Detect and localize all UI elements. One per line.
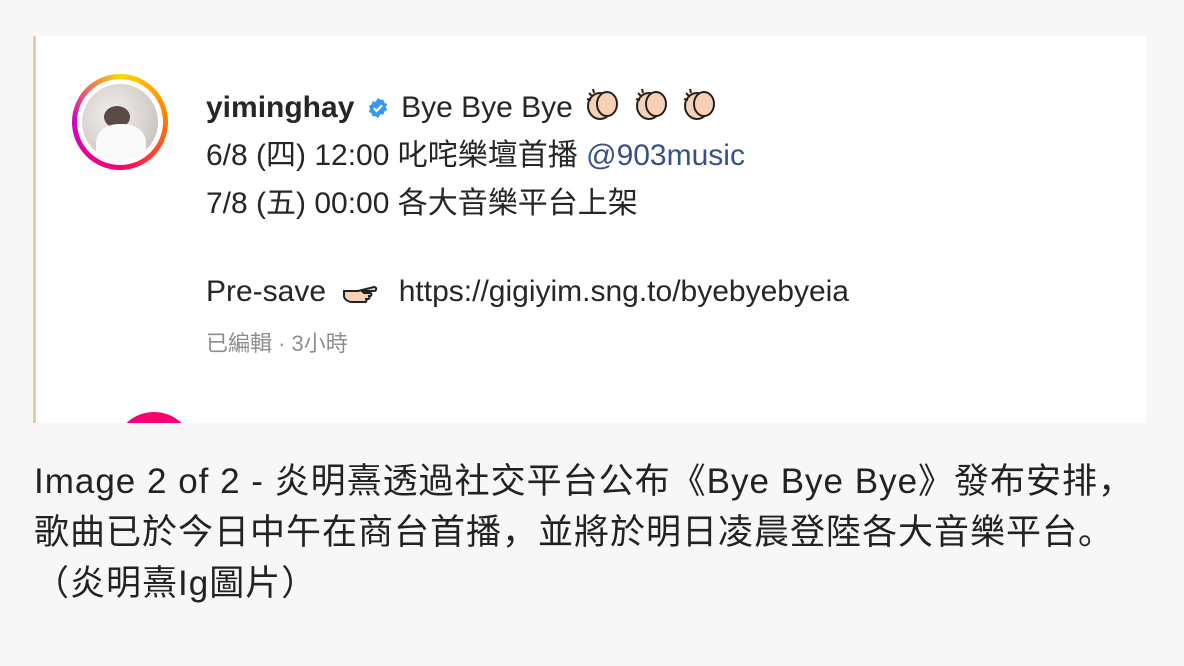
pointing-hand-icon <box>343 285 378 303</box>
post-line-radio-premiere: 6/8 (四) 12:00 叱咤樂壇首播 @903music <box>206 132 849 180</box>
post-content: yiminghay Bye Bye Bye 6/8 (四) 12:00 叱咤樂壇… <box>206 84 849 316</box>
premiere-text: 6/8 (四) 12:00 叱咤樂壇首播 <box>206 139 578 172</box>
instagram-post-screenshot: yiminghay Bye Bye Bye 6/8 (四) 12:00 叱咤樂壇… <box>33 36 1146 423</box>
post-line-presave: Pre-save https://gigiyim.sng.to/byebyeby… <box>206 268 849 316</box>
post-meta: 已編輯 · 3小時 <box>206 331 348 356</box>
presave-link[interactable]: https://gigiyim.sng.to/byebyebyeia <box>399 275 849 308</box>
mention-link[interactable]: @903music <box>586 139 745 172</box>
username-link[interactable]: yiminghay <box>206 91 354 124</box>
avatar[interactable] <box>72 74 168 170</box>
post-title: Bye Bye Bye <box>401 91 573 124</box>
avatar-photo <box>82 84 158 160</box>
clapping-hands-icon <box>586 88 619 120</box>
verified-badge-icon <box>368 97 387 119</box>
post-line-release: 7/8 (五) 00:00 各大音樂平台上架 <box>206 187 638 220</box>
presave-label: Pre-save <box>206 275 327 308</box>
clapping-hands-icon <box>683 88 715 120</box>
next-comment-avatar[interactable] <box>114 412 194 423</box>
clapping-hands-icon <box>635 88 667 120</box>
image-caption: Image 2 of 2 - 炎明熹透過社交平台公布《Bye Bye Bye》發… <box>34 462 1135 603</box>
post-header-line: yiminghay Bye Bye Bye <box>206 84 849 132</box>
